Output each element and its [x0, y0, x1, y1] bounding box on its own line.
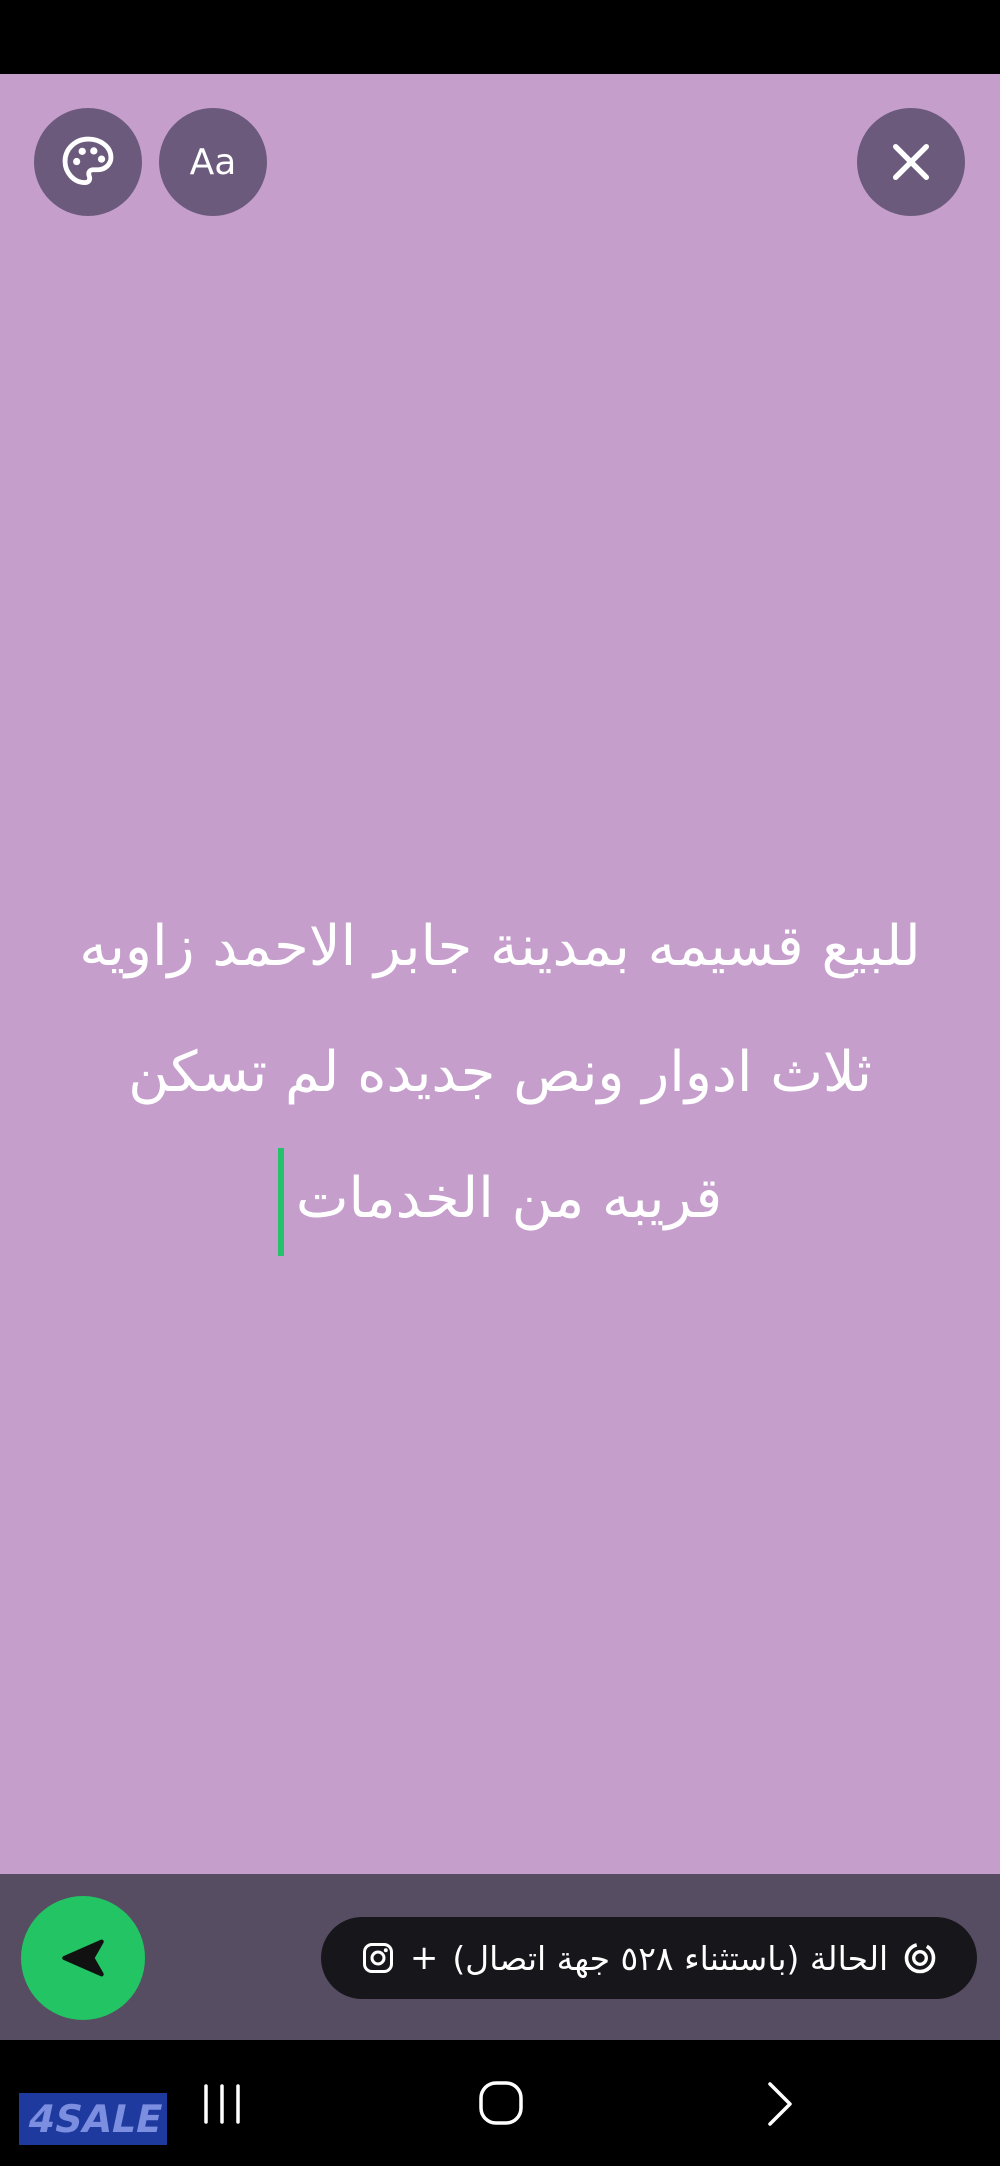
status-ring-icon	[904, 1942, 936, 1974]
close-button[interactable]	[857, 108, 965, 216]
home-icon[interactable]	[478, 2080, 524, 2126]
status-text-line: قريبه من الخدمات	[295, 1166, 723, 1231]
palette-icon	[62, 136, 114, 185]
watermark-logo: 4SALE	[19, 2093, 167, 2145]
instagram-icon	[362, 1943, 393, 1973]
status-audience-label: الحالة (باستثناء ٥٢٨ جهة اتصال)	[452, 1938, 889, 1978]
font-style-button[interactable]: Aa	[159, 108, 267, 216]
composer-bottom-bar: الحالة (باستثناء ٥٢٨ جهة اتصال) +	[0, 1874, 1000, 2040]
status-text-line-with-caret: قريبه من الخدمات	[60, 1136, 940, 1262]
status-text-line: للبيع قسيمه بمدينة جابر الاحمد زاويه	[79, 914, 921, 979]
plus-sign: +	[409, 1938, 439, 1978]
send-icon	[62, 1939, 104, 1977]
recents-icon[interactable]	[200, 2084, 244, 2124]
send-button[interactable]	[21, 1896, 145, 2020]
font-button-label: Aa	[189, 141, 237, 183]
status-editor-canvas[interactable]: Aa للبيع قسيمه بمدينة جابر الاحمد زاويه …	[0, 74, 1000, 1874]
status-audience-selector[interactable]: الحالة (باستثناء ٥٢٨ جهة اتصال) +	[321, 1917, 977, 1999]
status-text-input[interactable]: للبيع قسيمه بمدينة جابر الاحمد زاويه ثلا…	[60, 884, 940, 1262]
status-bar	[0, 0, 1000, 74]
back-icon[interactable]	[762, 2080, 798, 2128]
text-cursor	[277, 1147, 284, 1256]
status-text-line: ثلاث ادوار ونص جديده لم تسكن	[128, 1040, 872, 1105]
color-palette-button[interactable]	[34, 108, 142, 216]
svg-text:4SALE: 4SALE	[24, 2097, 167, 2142]
close-icon	[892, 143, 930, 181]
